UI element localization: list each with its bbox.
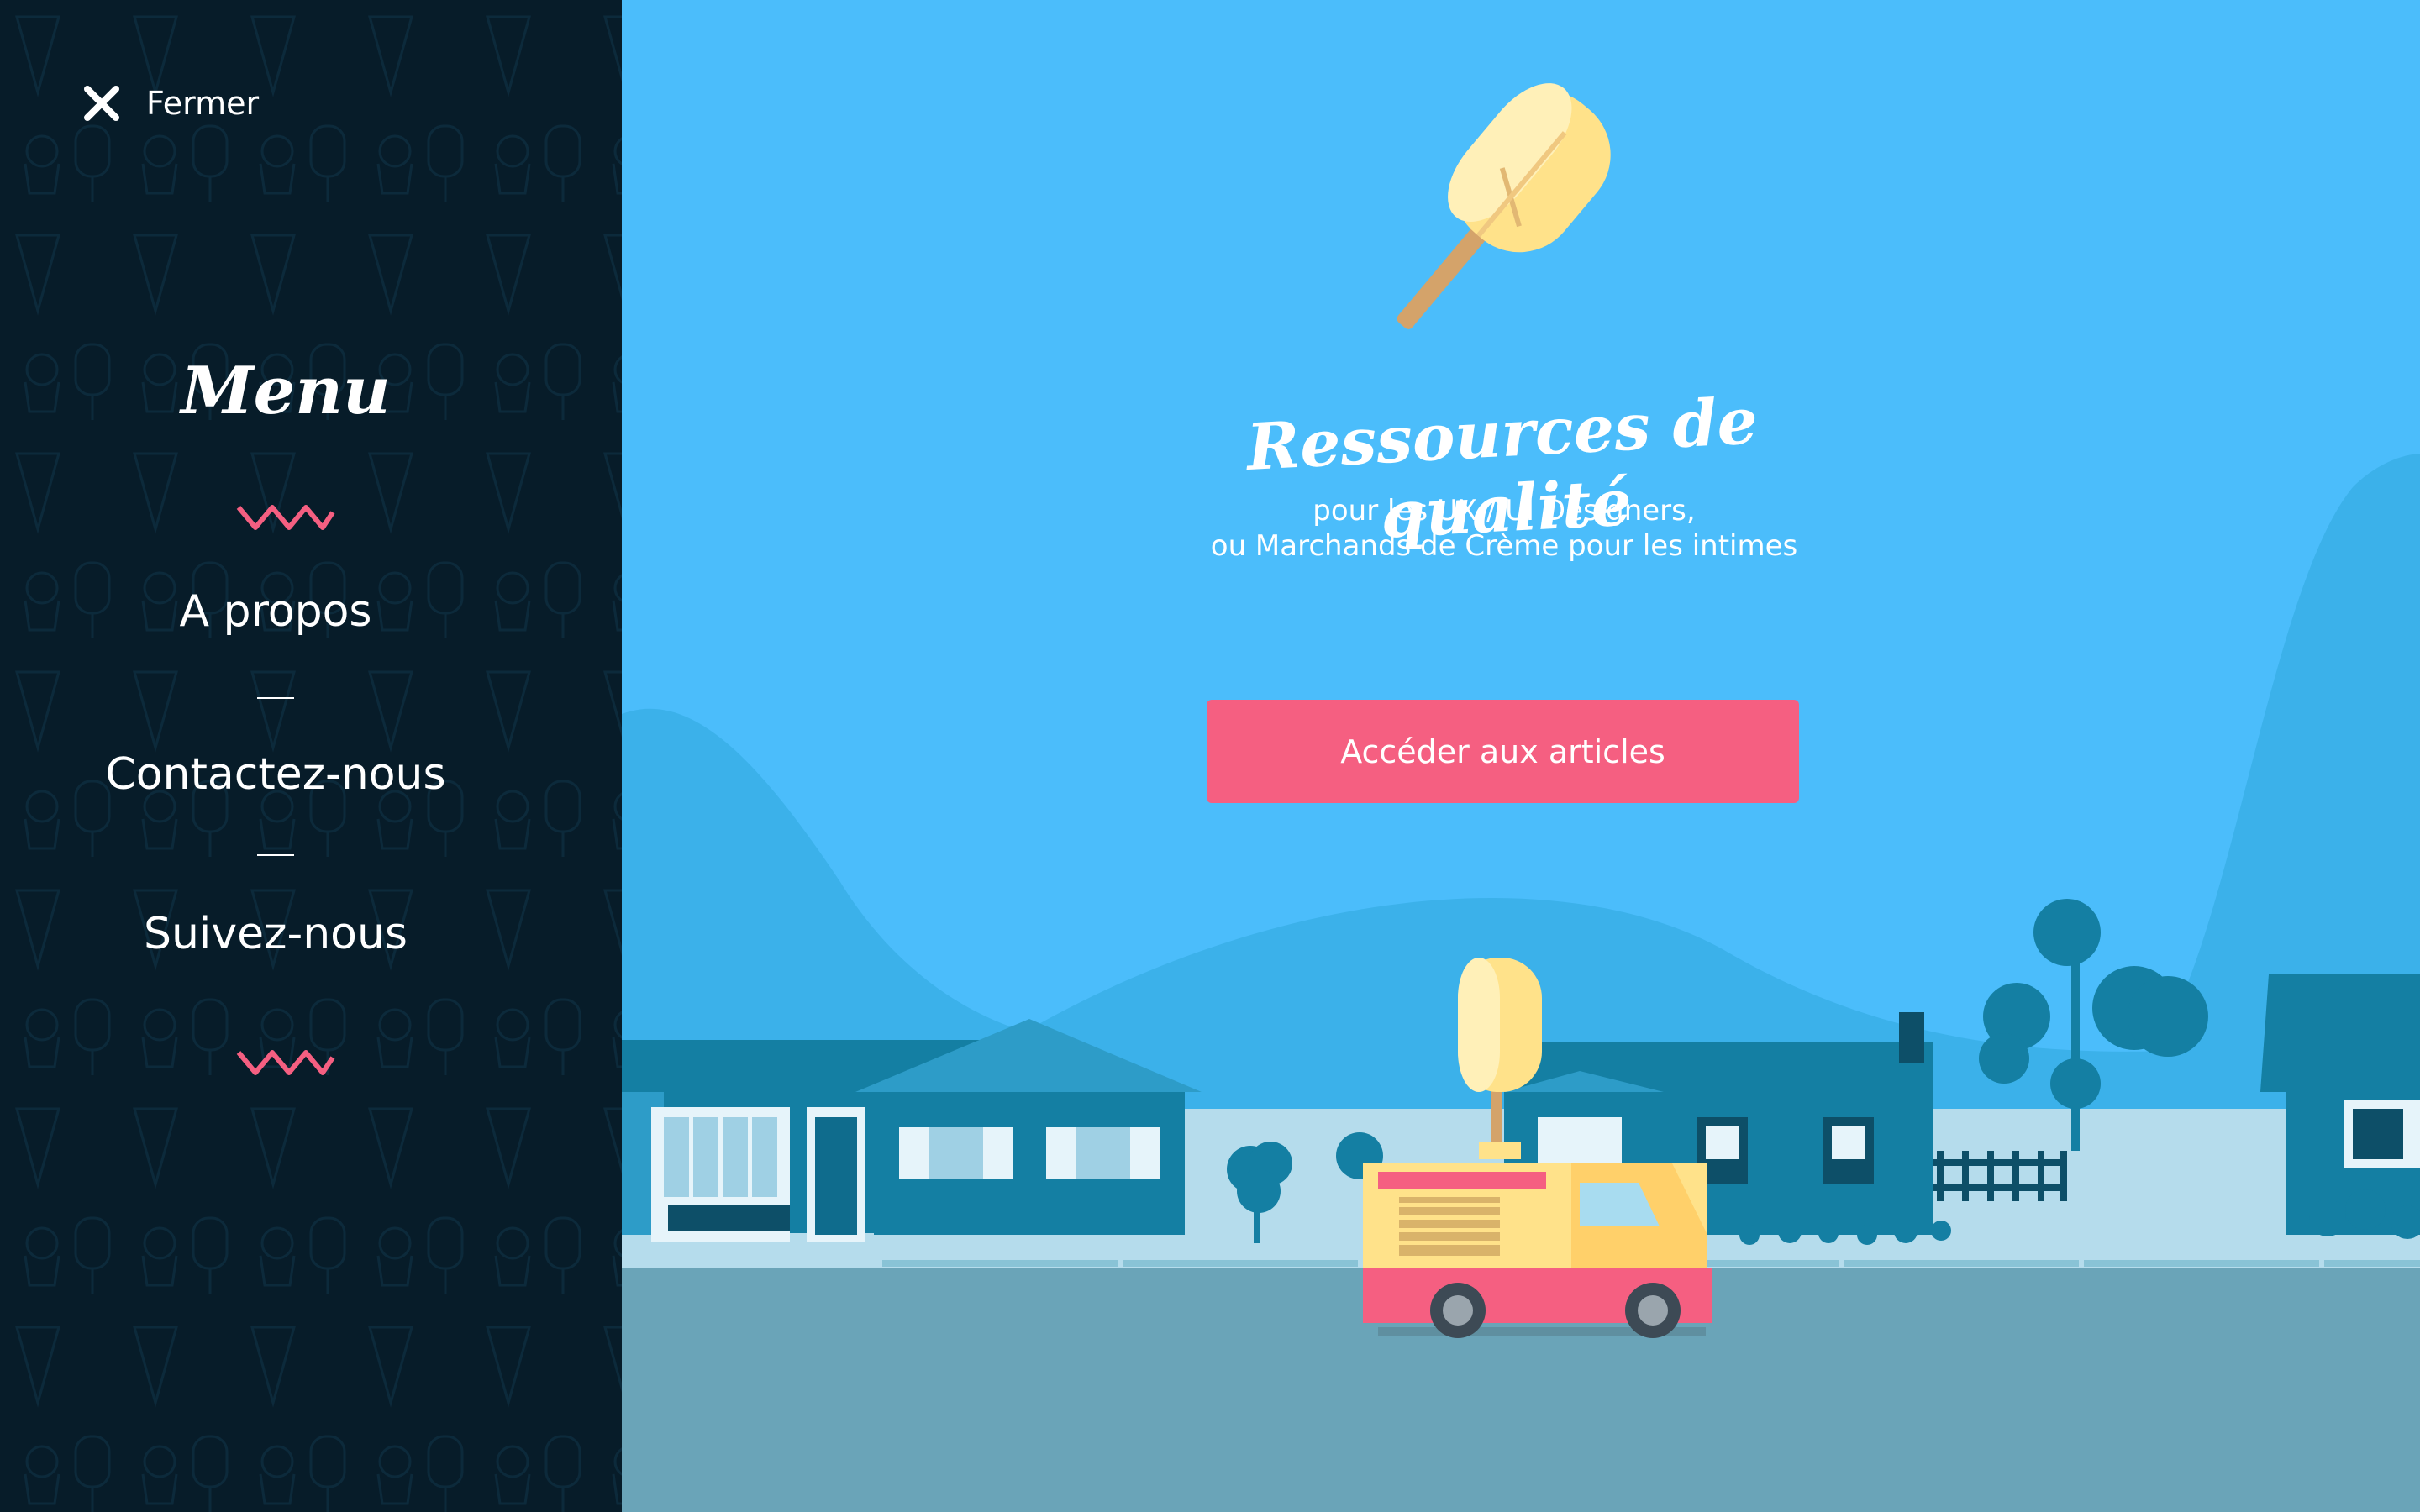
menu-item-follow[interactable]: Suivez-nous xyxy=(0,909,551,959)
menu-item-contact[interactable]: Contactez-nous xyxy=(0,749,551,800)
popsicle-icon xyxy=(1397,83,1611,329)
menu-item-about[interactable]: A propos xyxy=(0,586,551,637)
zigzag-icon xyxy=(236,1050,335,1075)
zigzag-icon xyxy=(236,505,335,530)
hero-subtitle-line-1: pour les UX / UI Designers, xyxy=(1313,494,1696,528)
close-menu-button[interactable]: Fermer xyxy=(82,84,259,123)
page: Ressources de qualité pour les UX / UI D… xyxy=(0,0,2420,1512)
sidebar-menu: Fermer Menu A propos Contactez-nous Suiv… xyxy=(0,0,622,1512)
menu-divider xyxy=(257,854,294,856)
menu-divider xyxy=(257,697,294,699)
close-label: Fermer xyxy=(146,85,260,122)
hero-subtitle-line-2: ou Marchands de Crème pour les intimes xyxy=(1210,529,1798,563)
menu-title: Menu xyxy=(181,353,391,429)
access-articles-button[interactable]: Accéder aux articles xyxy=(1207,700,1799,803)
close-icon xyxy=(84,86,119,121)
